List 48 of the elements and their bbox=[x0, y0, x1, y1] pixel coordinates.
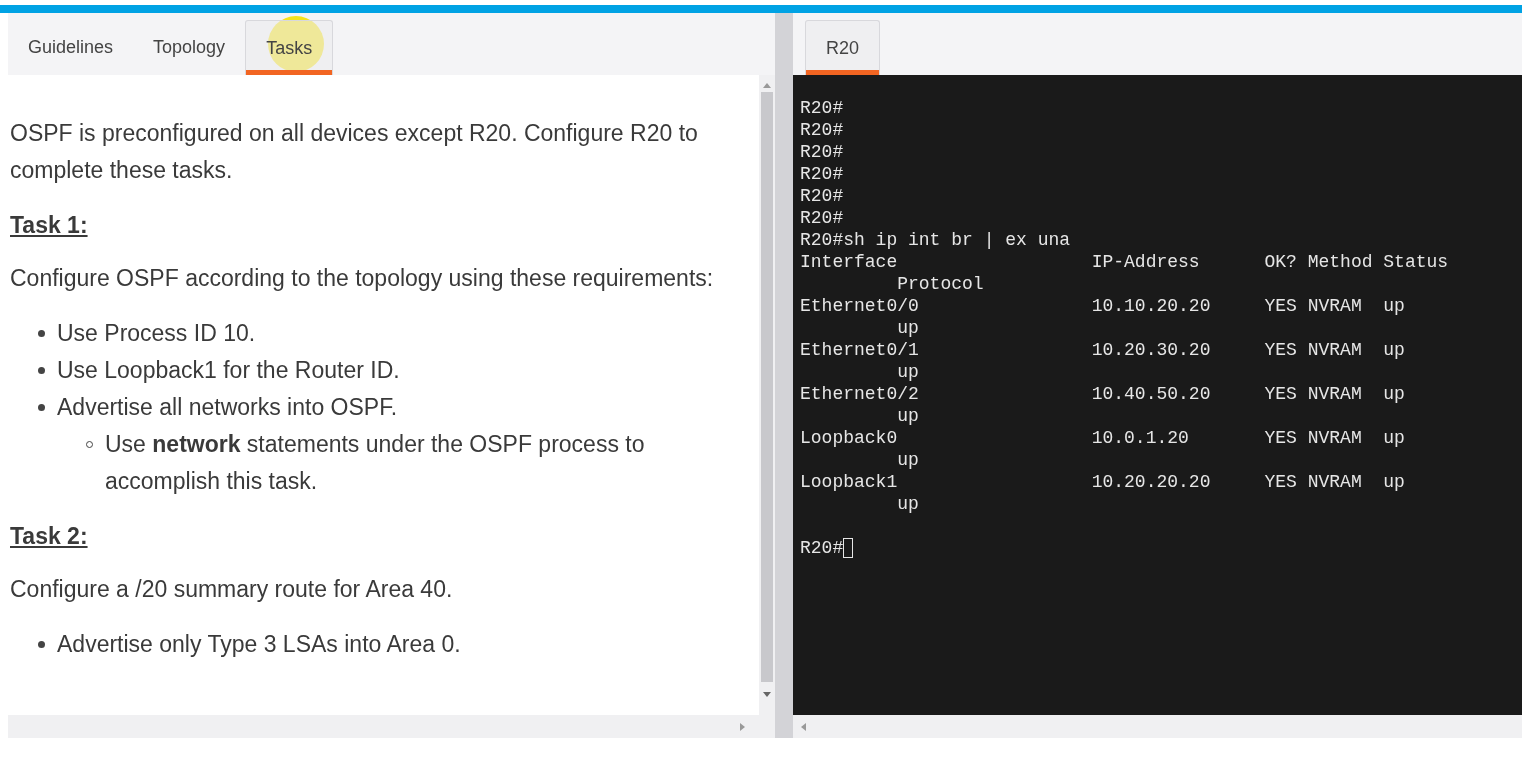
terminal-line: Ethernet0/2 10.40.50.20 YES NVRAM up bbox=[800, 383, 1405, 405]
terminal-line: Protocol bbox=[896, 273, 984, 295]
paragraph: Configure a /20 summary route for Area 40. bbox=[10, 575, 454, 604]
list-item-text: Advertise all networks into OSPF. bbox=[57, 393, 398, 422]
left-arrow-icon[interactable] bbox=[801, 722, 806, 731]
task-heading: Task 1: bbox=[10, 211, 88, 240]
list-item-text: Use Loopback1 for the Router ID. bbox=[57, 356, 400, 385]
bullet-icon bbox=[38, 641, 45, 648]
horizontal-scrollbar[interactable] bbox=[8, 715, 775, 738]
terminal-line: up bbox=[896, 361, 919, 383]
terminal-line: R20# bbox=[800, 207, 844, 229]
list-item-text: Use network statements under the OSPF process to accomplish this task. bbox=[105, 430, 646, 496]
terminal-line: R20#sh ip int br | ex una bbox=[800, 229, 1071, 251]
terminal[interactable] bbox=[793, 75, 1522, 715]
terminal-line: R20# bbox=[800, 119, 844, 141]
bullet-icon bbox=[38, 404, 45, 411]
cursor-highlight bbox=[268, 16, 324, 72]
bullet-icon bbox=[38, 330, 45, 337]
right-arrow-icon[interactable] bbox=[740, 722, 745, 731]
terminal-line: Interface IP-Address OK? Method Status bbox=[800, 251, 1449, 273]
paragraph: Configure OSPF according to the topology using these requirements: bbox=[10, 264, 715, 293]
terminal-line: R20# bbox=[800, 97, 844, 119]
up-arrow-icon[interactable] bbox=[763, 83, 771, 88]
terminal-line: up bbox=[896, 449, 919, 471]
terminal-line: Ethernet0/0 10.10.20.20 YES NVRAM up bbox=[800, 295, 1405, 317]
text-cursor bbox=[843, 538, 854, 558]
terminal-line: up bbox=[896, 405, 919, 427]
task-heading: Task 2: bbox=[10, 522, 88, 551]
terminal-line: up bbox=[896, 493, 919, 515]
terminal-line: Ethernet0/1 10.20.30.20 YES NVRAM up bbox=[800, 339, 1405, 361]
terminal-prompt: R20# bbox=[800, 537, 844, 559]
terminal-line: up bbox=[896, 317, 919, 339]
tab[interactable]: Tasks bbox=[245, 20, 334, 75]
terminal-line: R20# bbox=[800, 185, 844, 207]
tab[interactable]: Guidelines bbox=[8, 20, 134, 75]
scrollbar[interactable] bbox=[759, 75, 775, 715]
terminal-line: R20# bbox=[800, 163, 844, 185]
tab[interactable]: Topology bbox=[133, 20, 246, 75]
tab[interactable]: R20 bbox=[805, 20, 881, 75]
terminal-line: Loopback0 10.0.1.20 YES NVRAM up bbox=[800, 427, 1405, 449]
bullet-icon bbox=[38, 367, 45, 374]
list-item-text: Advertise only Type 3 LSAs into Area 0. bbox=[57, 630, 461, 659]
paragraph: OSPF is preconfigured on all devices except R20. Configure R20 to complete these tasks. bbox=[10, 119, 699, 185]
terminal-line: Loopback1 10.20.20.20 YES NVRAM up bbox=[800, 471, 1405, 493]
horizontal-scrollbar[interactable] bbox=[793, 715, 1522, 738]
terminal-line: R20# bbox=[800, 141, 844, 163]
list-item-text: Use Process ID 10. bbox=[57, 319, 256, 348]
down-arrow-icon[interactable] bbox=[763, 692, 771, 697]
